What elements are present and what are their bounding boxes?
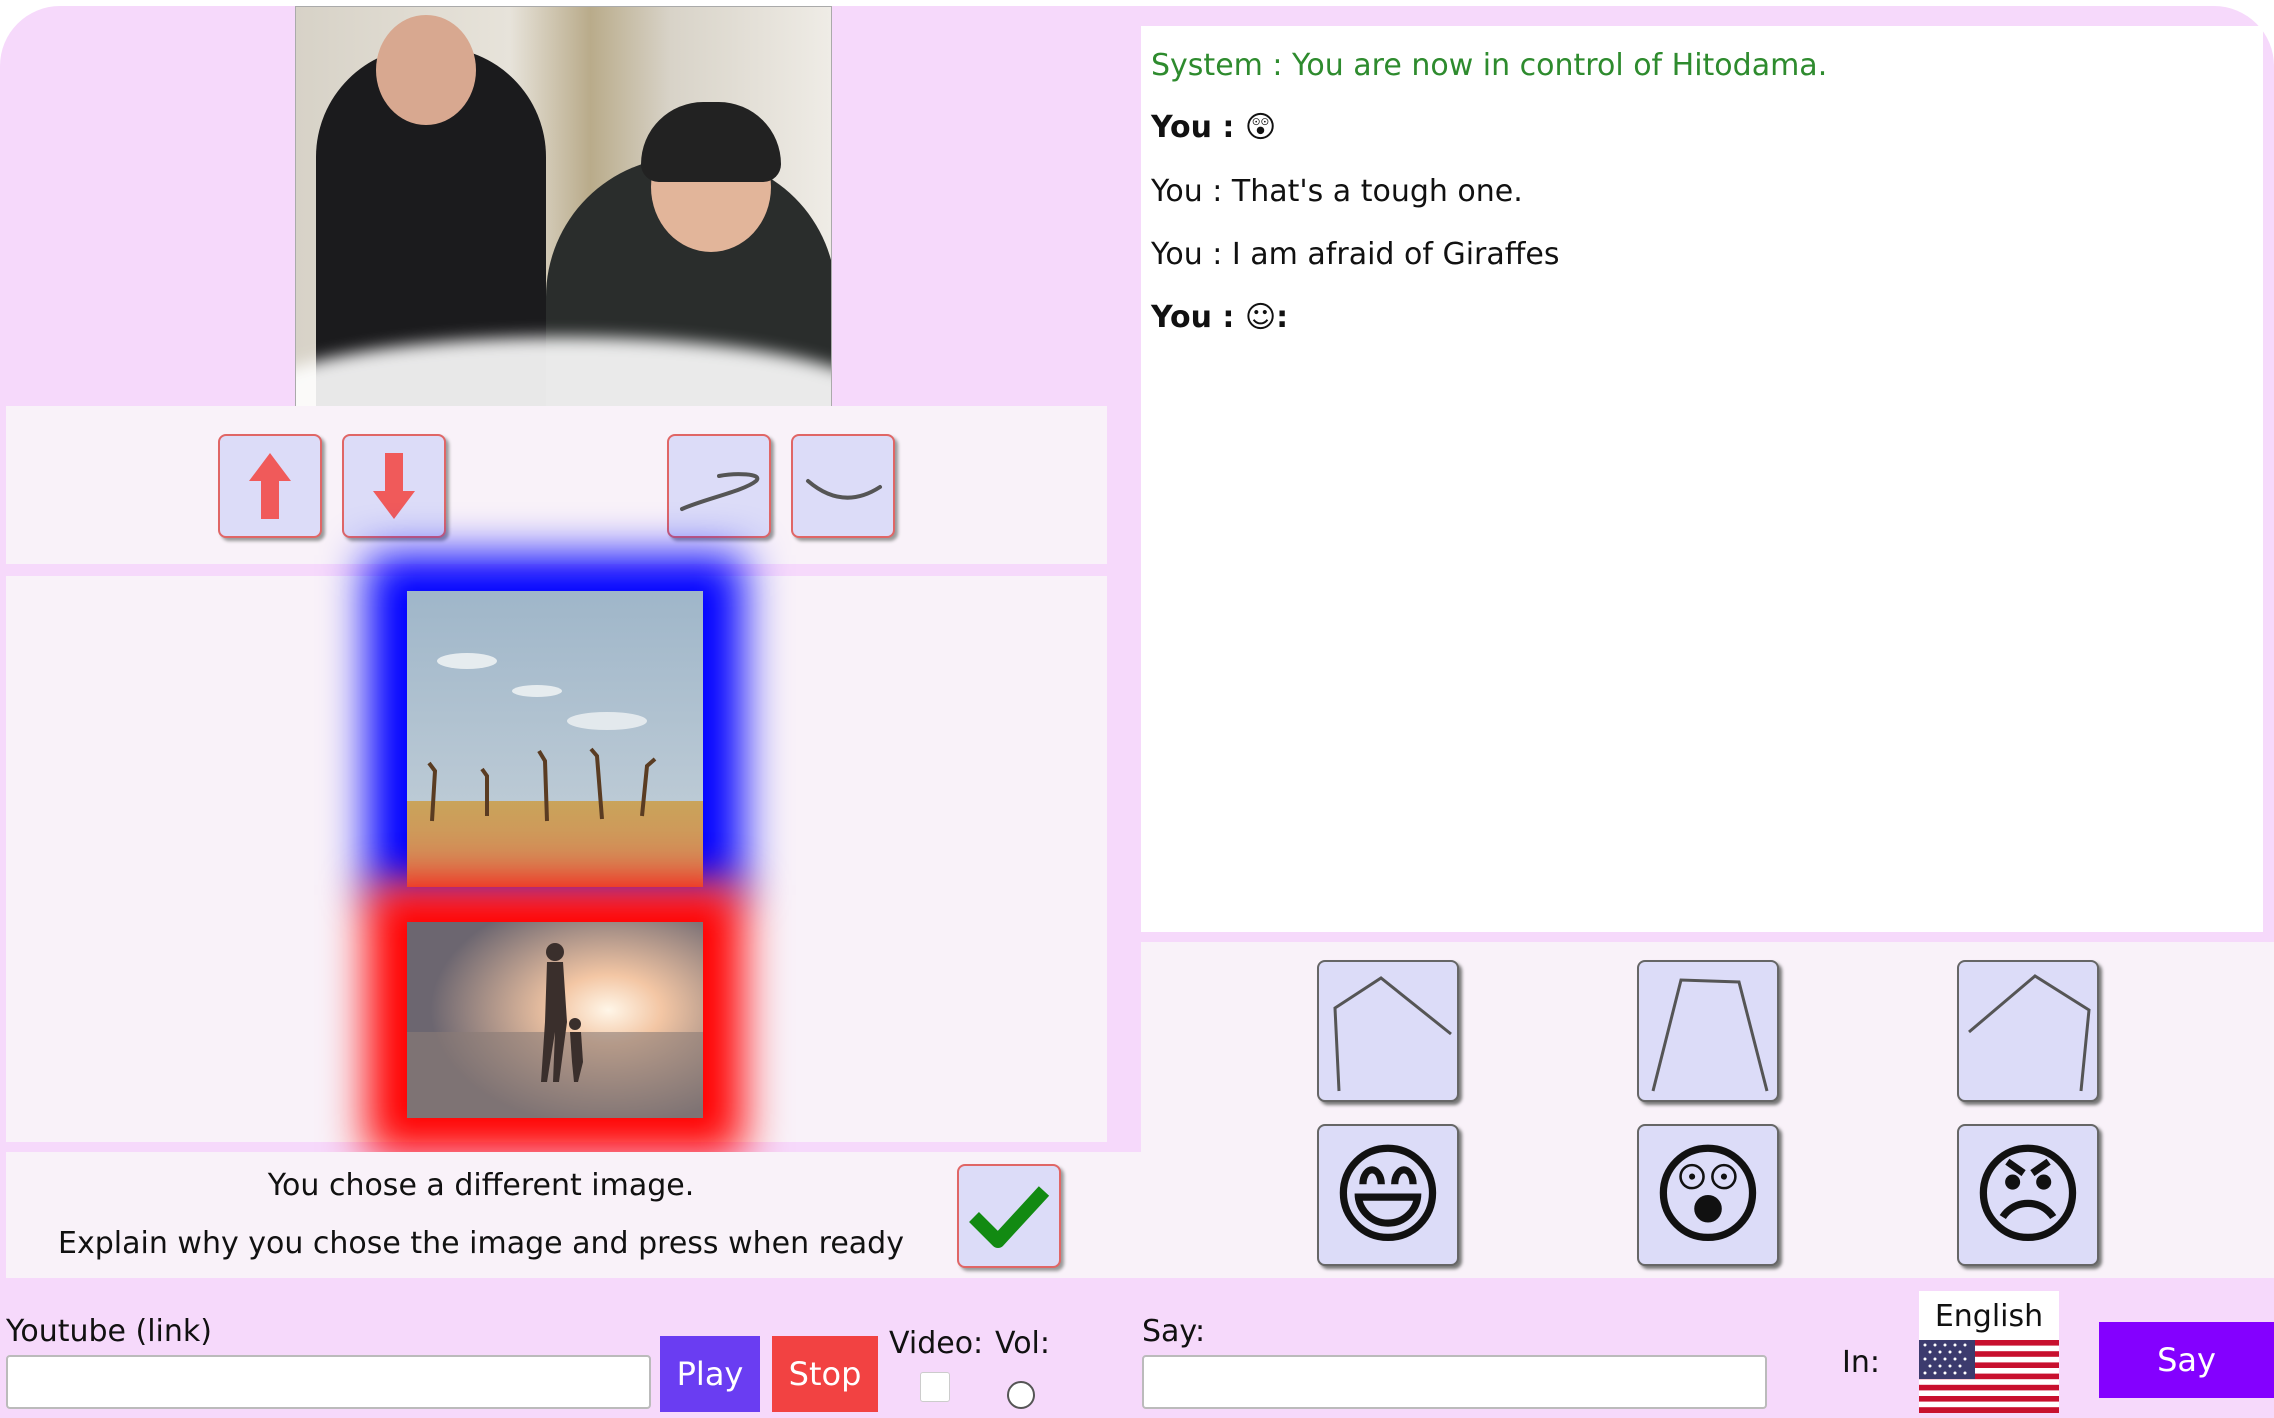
chat-log: System : You are now in control of Hitod… bbox=[1141, 26, 2263, 932]
vol-radio[interactable] bbox=[1007, 1381, 1035, 1409]
eyebrow-pentagon-right-icon bbox=[1968, 974, 2091, 1092]
us-flag-icon[interactable] bbox=[1919, 1340, 2059, 1413]
in-label: In: bbox=[1842, 1345, 1880, 1380]
chat-message: You : ☺: bbox=[1151, 300, 1289, 335]
language-name: English bbox=[1934, 1299, 2044, 1334]
say-label: Say: bbox=[1142, 1314, 1206, 1349]
eyebrow-button-2[interactable] bbox=[1637, 960, 1779, 1102]
image-option-giraffes[interactable] bbox=[367, 555, 743, 895]
grinning-face-icon: 😄 bbox=[1330, 1131, 1446, 1259]
chat-message: You : I am afraid of Giraffes bbox=[1151, 237, 1560, 272]
eyebrow-trapezoid-icon bbox=[1651, 978, 1769, 1092]
chat-message-system: System : You are now in control of Hitod… bbox=[1151, 48, 1828, 83]
mouth-smile-button[interactable] bbox=[791, 434, 895, 538]
video-checkbox[interactable] bbox=[920, 1372, 950, 1402]
webcam-feed bbox=[295, 6, 832, 408]
prompt-line-2: Explain why you chose the image and pres… bbox=[58, 1226, 904, 1261]
play-button[interactable]: Play bbox=[660, 1336, 760, 1412]
checkmark-icon bbox=[969, 1186, 1050, 1248]
eyebrow-button-3[interactable] bbox=[1957, 960, 2099, 1102]
vol-label: Vol: bbox=[995, 1326, 1050, 1361]
video-label: Video: bbox=[889, 1326, 984, 1361]
astonished-face-icon: 😲 bbox=[1650, 1131, 1766, 1259]
youtube-link-input[interactable] bbox=[6, 1355, 651, 1409]
mouth-tilt-button[interactable] bbox=[667, 434, 771, 538]
head-up-button[interactable] bbox=[218, 434, 322, 538]
confirm-button[interactable] bbox=[957, 1164, 1061, 1268]
giraffes-photo bbox=[407, 591, 703, 887]
emoji-button-grinning[interactable]: 😄 bbox=[1317, 1124, 1459, 1266]
prompt-line-1: You chose a different image. bbox=[267, 1168, 695, 1203]
beach-photo bbox=[407, 922, 703, 1118]
angry-face-icon: 😠 bbox=[1970, 1131, 2086, 1259]
eyebrow-button-1[interactable] bbox=[1317, 960, 1459, 1102]
arrow-up-icon bbox=[249, 453, 291, 519]
emoji-button-angry[interactable]: 😠 bbox=[1957, 1124, 2099, 1266]
emoji-button-astonished[interactable]: 😲 bbox=[1637, 1124, 1779, 1266]
head-down-button[interactable] bbox=[342, 434, 446, 538]
stop-button[interactable]: Stop bbox=[772, 1336, 878, 1412]
image-option-beach[interactable] bbox=[367, 885, 743, 1155]
chat-message: You : That's a tough one. bbox=[1151, 174, 1523, 209]
mouth-smile-icon bbox=[806, 479, 882, 500]
youtube-label: Youtube (link) bbox=[6, 1314, 212, 1349]
say-button[interactable]: Say bbox=[2099, 1322, 2274, 1398]
arrow-down-icon bbox=[373, 453, 415, 519]
mouth-tilt-icon bbox=[680, 472, 760, 511]
head-control-panel bbox=[6, 406, 1107, 564]
chat-message: You : 😲 bbox=[1151, 110, 1277, 145]
eyebrow-pentagon-left-icon bbox=[1333, 976, 1452, 1092]
say-input[interactable] bbox=[1142, 1355, 1767, 1409]
